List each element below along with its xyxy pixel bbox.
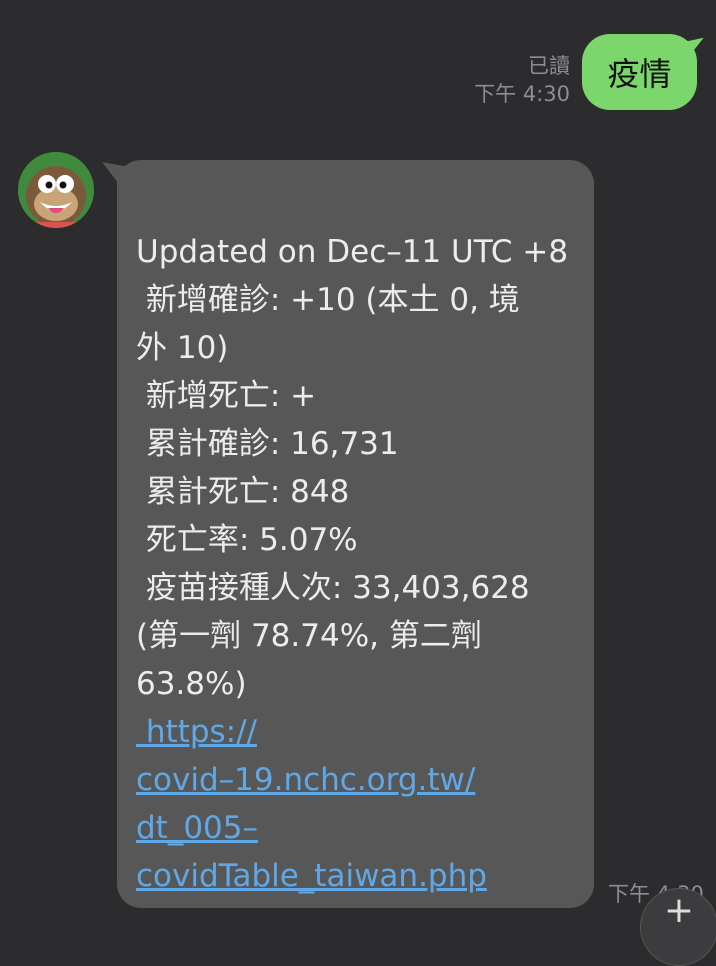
scroll-down-button[interactable]: + [640, 888, 716, 966]
received-bubble[interactable]: Updated on Dec–11 UTC +8 新增確診: +10 (本土 0… [117, 160, 594, 908]
sent-message-meta: 已讀 下午 4:30 [474, 52, 570, 108]
link-line[interactable]: covid–19.nchc.org.tw/ [136, 756, 576, 804]
message-line: 63.8%) [136, 666, 247, 702]
monkey-avatar-icon [18, 152, 94, 228]
link-line[interactable]: dt_005– [136, 804, 576, 852]
link-line[interactable]: https:// [136, 708, 576, 756]
sent-bubble[interactable]: 疫情 [582, 34, 697, 110]
link-text[interactable]: https:// [146, 714, 257, 750]
sender-avatar[interactable] [18, 152, 94, 228]
read-receipt: 已讀 [528, 54, 570, 78]
message-line: 新增確診: +10 (本土 0, 境 [136, 282, 520, 318]
sent-message: 已讀 下午 4:30 疫情 [0, 0, 716, 120]
message-line: 累計死亡: 848 [136, 474, 350, 510]
message-line: (第一劑 78.74%, 第二劑 [136, 618, 482, 654]
covid-link[interactable]: https:// covid–19.nchc.org.tw/ dt_005– c… [136, 708, 576, 900]
message-line: 外 10) [136, 330, 229, 366]
message-line: 累計確診: 16,731 [136, 426, 399, 462]
message-line: 死亡率: 5.07% [136, 522, 358, 558]
message-line: 疫苗接種人次: 33,403,628 [136, 570, 530, 606]
link-line[interactable]: covidTable_taiwan.php [136, 852, 576, 900]
message-line: Updated on Dec–11 UTC +8 [136, 234, 569, 270]
sent-timestamp: 下午 4:30 [474, 82, 570, 106]
arrow-down-icon: + [663, 890, 695, 931]
message-line: 新增死亡: + [136, 378, 317, 414]
